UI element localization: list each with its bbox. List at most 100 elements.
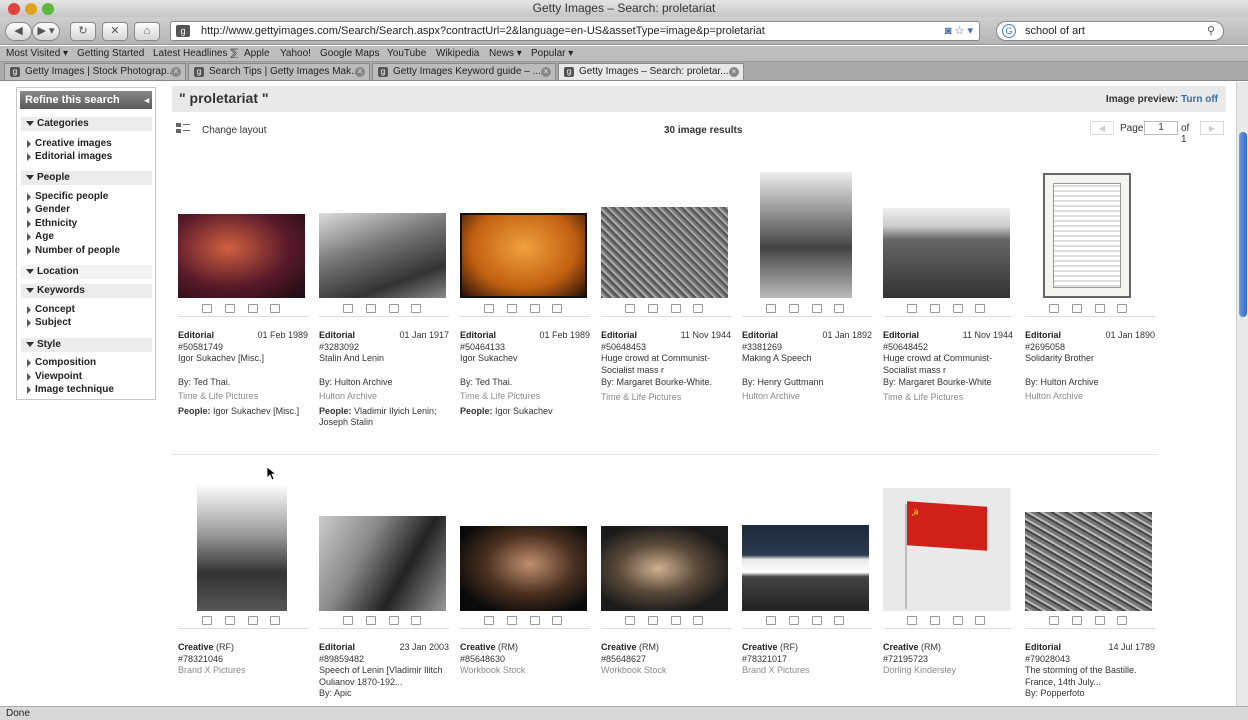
result-collection[interactable]: Time & Life Pictures: [601, 392, 731, 404]
similar-icon[interactable]: [389, 616, 399, 625]
url-bar[interactable]: g http://www.gettyimages.com/Search/Sear…: [170, 21, 980, 41]
result-thumbnail[interactable]: [319, 516, 446, 611]
add-to-cart-icon[interactable]: [343, 304, 353, 313]
facet-item[interactable]: Image technique: [27, 383, 114, 396]
lightbox-icon[interactable]: [1072, 616, 1082, 625]
facet-item[interactable]: Gender: [27, 203, 70, 216]
reload-button[interactable]: ↻: [70, 22, 96, 41]
bookmark-item[interactable]: Wikipedia: [436, 46, 479, 62]
similar-icon[interactable]: [248, 616, 258, 625]
similar-icon[interactable]: [671, 304, 681, 313]
similar-icon[interactable]: [812, 304, 822, 313]
lightbox-icon[interactable]: [507, 616, 517, 625]
similar-icon[interactable]: [671, 616, 681, 625]
result-id[interactable]: #2695058: [1025, 342, 1155, 354]
result-collection[interactable]: Workbook Stock: [601, 665, 731, 677]
minimize-window-button[interactable]: [25, 3, 37, 15]
lightbox-icon[interactable]: [648, 616, 658, 625]
details-icon[interactable]: [693, 304, 703, 313]
close-tab-icon[interactable]: ×: [729, 67, 739, 77]
result-thumbnail[interactable]: [319, 213, 446, 298]
similar-icon[interactable]: [953, 304, 963, 313]
lightbox-icon[interactable]: [648, 304, 658, 313]
bookmark-item[interactable]: Yahoo!: [280, 46, 311, 62]
bookmark-item[interactable]: Google Maps: [320, 46, 379, 62]
add-to-cart-icon[interactable]: [766, 616, 776, 625]
scrollbar-thumb[interactable]: [1239, 132, 1247, 317]
add-to-cart-icon[interactable]: [907, 616, 917, 625]
rss-star-icon[interactable]: ◙ ☆ ▾: [945, 22, 973, 40]
facet-categories[interactable]: Categories: [21, 117, 152, 131]
search-icon[interactable]: ⚲: [1207, 22, 1215, 40]
prev-page-button[interactable]: ◀: [1090, 121, 1114, 135]
lightbox-icon[interactable]: [366, 616, 376, 625]
close-window-button[interactable]: [8, 3, 20, 15]
result-id[interactable]: #85648630: [460, 654, 590, 666]
bookmark-item[interactable]: Latest Headlines ⅀: [153, 46, 238, 62]
facet-style[interactable]: Style: [21, 338, 152, 352]
add-to-cart-icon[interactable]: [625, 304, 635, 313]
add-to-cart-icon[interactable]: [484, 304, 494, 313]
facet-item[interactable]: Specific people: [27, 190, 108, 203]
layout-icon[interactable]: [176, 123, 190, 134]
result-id[interactable]: #50648452: [883, 342, 1013, 354]
result-collection[interactable]: Time & Life Pictures: [178, 391, 308, 403]
result-thumbnail[interactable]: [760, 172, 852, 298]
facet-item[interactable]: Number of people: [27, 244, 120, 257]
details-icon[interactable]: [552, 304, 562, 313]
add-to-cart-icon[interactable]: [484, 616, 494, 625]
next-page-button[interactable]: ▶: [1200, 121, 1224, 135]
result-id[interactable]: #79028043: [1025, 654, 1155, 666]
add-to-cart-icon[interactable]: [1049, 304, 1059, 313]
similar-icon[interactable]: [530, 304, 540, 313]
facet-keywords[interactable]: Keywords: [21, 284, 152, 298]
details-icon[interactable]: [270, 304, 280, 313]
vertical-scrollbar[interactable]: [1236, 82, 1248, 706]
facet-item[interactable]: Creative images: [27, 137, 112, 150]
similar-icon[interactable]: [248, 304, 258, 313]
close-tab-icon[interactable]: ×: [355, 67, 365, 77]
change-layout-link[interactable]: Change layout: [202, 125, 267, 136]
result-thumbnail[interactable]: [1043, 173, 1131, 298]
stop-button[interactable]: ✕: [102, 22, 128, 41]
add-to-cart-icon[interactable]: [625, 616, 635, 625]
result-thumbnail[interactable]: [601, 207, 728, 298]
result-collection[interactable]: Hulton Archive: [319, 391, 449, 403]
similar-icon[interactable]: [953, 616, 963, 625]
tab-search-proletariat[interactable]: g Getty Images – Search: proletar... ×: [558, 63, 744, 80]
close-tab-icon[interactable]: ×: [171, 67, 181, 77]
add-to-cart-icon[interactable]: [1049, 616, 1059, 625]
facet-location[interactable]: Location: [21, 265, 152, 279]
bookmark-item[interactable]: Most Visited ▾: [6, 46, 68, 62]
refine-header[interactable]: Refine this search ◂: [20, 91, 152, 109]
result-id[interactable]: #3283092: [319, 342, 449, 354]
forward-button[interactable]: ▶ ▾: [32, 22, 60, 41]
result-thumbnail[interactable]: [460, 213, 587, 298]
result-id[interactable]: #72195723: [883, 654, 1013, 666]
result-thumbnail[interactable]: [883, 208, 1010, 298]
result-collection[interactable]: Hulton Archive: [742, 391, 872, 403]
turn-off-link[interactable]: Turn off: [1181, 94, 1218, 105]
result-id[interactable]: #50648453: [601, 342, 731, 354]
web-search-input[interactable]: G school of art ⚲: [996, 21, 1224, 41]
lightbox-icon[interactable]: [507, 304, 517, 313]
collapse-icon[interactable]: ◂: [144, 91, 149, 109]
lightbox-icon[interactable]: [789, 304, 799, 313]
result-id[interactable]: #85648627: [601, 654, 731, 666]
details-icon[interactable]: [270, 616, 280, 625]
lightbox-icon[interactable]: [366, 304, 376, 313]
details-icon[interactable]: [834, 304, 844, 313]
details-icon[interactable]: [975, 304, 985, 313]
facet-item[interactable]: Subject: [27, 316, 71, 329]
result-collection[interactable]: Brand X Pictures: [178, 665, 308, 677]
zoom-window-button[interactable]: [42, 3, 54, 15]
result-id[interactable]: #78321046: [178, 654, 308, 666]
tab-getty-home[interactable]: g Getty Images | Stock Photograp... ×: [4, 63, 186, 80]
add-to-cart-icon[interactable]: [343, 616, 353, 625]
details-icon[interactable]: [834, 616, 844, 625]
details-icon[interactable]: [693, 616, 703, 625]
bookmark-item[interactable]: News ▾: [489, 46, 522, 62]
lightbox-icon[interactable]: [1072, 304, 1082, 313]
bookmark-item[interactable]: Popular ▾: [531, 46, 573, 62]
add-to-cart-icon[interactable]: [766, 304, 776, 313]
